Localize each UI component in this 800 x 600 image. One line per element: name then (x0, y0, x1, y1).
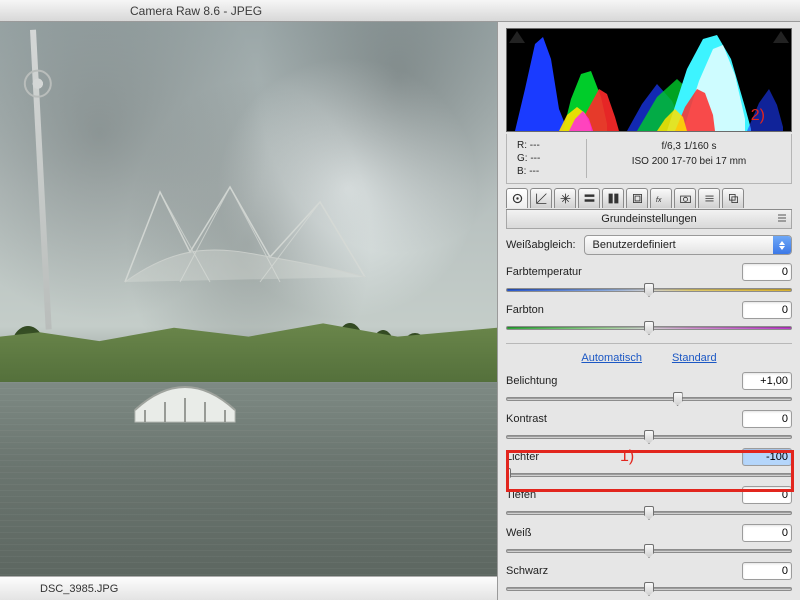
exposure-label: Belichtung (506, 375, 616, 387)
contrast-label: Kontrast (506, 413, 616, 425)
panel-menu-icon[interactable] (777, 213, 787, 231)
annotation-1: 1) (620, 448, 634, 466)
wb-label: Weißabgleich: (506, 239, 576, 251)
tint-value[interactable] (742, 301, 792, 319)
tint-label: Farbton (506, 304, 616, 316)
tab-presets[interactable] (698, 188, 720, 208)
svg-text:fx: fx (655, 195, 661, 204)
tab-snapshots[interactable] (722, 188, 744, 208)
shadows-slider[interactable] (506, 506, 792, 520)
exif-aperture-shutter: f/6,3 1/160 s (587, 139, 791, 154)
panel-tabs: fx (506, 188, 792, 210)
blacks-label: Schwarz (506, 565, 616, 577)
temp-slider[interactable] (506, 283, 792, 297)
tab-basic[interactable] (506, 188, 528, 208)
tint-slider[interactable] (506, 321, 792, 335)
blacks-slider[interactable] (506, 582, 792, 596)
exposure-value[interactable] (742, 372, 792, 390)
contrast-slider[interactable] (506, 430, 792, 444)
readout-b: B: --- (517, 165, 586, 178)
tab-split[interactable] (602, 188, 624, 208)
whites-label: Weiß (506, 527, 616, 539)
select-arrow-icon (773, 236, 791, 254)
lights-slider[interactable] (506, 468, 792, 482)
annotation-2: 2) (751, 107, 765, 125)
readout-r: R: --- (517, 139, 586, 152)
tent-roof-shape (120, 182, 370, 302)
shadows-label: Tiefen (506, 489, 616, 501)
panel-title: Grundeinstellungen (506, 210, 792, 229)
readout-g: G: --- (517, 152, 586, 165)
filename: DSC_3985.JPG (40, 583, 118, 595)
pavilion-shape (130, 372, 240, 427)
exposure-slider[interactable] (506, 392, 792, 406)
exif-iso-lens: ISO 200 17-70 bei 17 mm (587, 154, 791, 169)
lights-value[interactable] (742, 448, 792, 466)
blacks-value[interactable] (742, 562, 792, 580)
image-preview[interactable] (0, 22, 497, 576)
histogram[interactable]: 2) (506, 28, 792, 132)
whites-value[interactable] (742, 524, 792, 542)
lights-label: Lichter (506, 451, 616, 463)
tab-detail[interactable] (554, 188, 576, 208)
tab-fx[interactable]: fx (650, 188, 672, 208)
shadows-value[interactable] (742, 486, 792, 504)
exif-readout: R: --- G: --- B: --- f/6,3 1/160 s ISO 2… (506, 134, 792, 184)
contrast-value[interactable] (742, 410, 792, 428)
window-title: Camera Raw 8.6 - JPEG (0, 0, 800, 22)
tab-camera[interactable] (674, 188, 696, 208)
whites-slider[interactable] (506, 544, 792, 558)
tab-lens[interactable] (626, 188, 648, 208)
default-link[interactable]: Standard (672, 352, 717, 364)
temp-label: Farbtemperatur (506, 266, 616, 278)
temp-value[interactable] (742, 263, 792, 281)
tab-hsl[interactable] (578, 188, 600, 208)
tab-curve[interactable] (530, 188, 552, 208)
auto-link[interactable]: Automatisch (581, 352, 642, 364)
wb-select[interactable]: Benutzerdefiniert (584, 235, 793, 255)
